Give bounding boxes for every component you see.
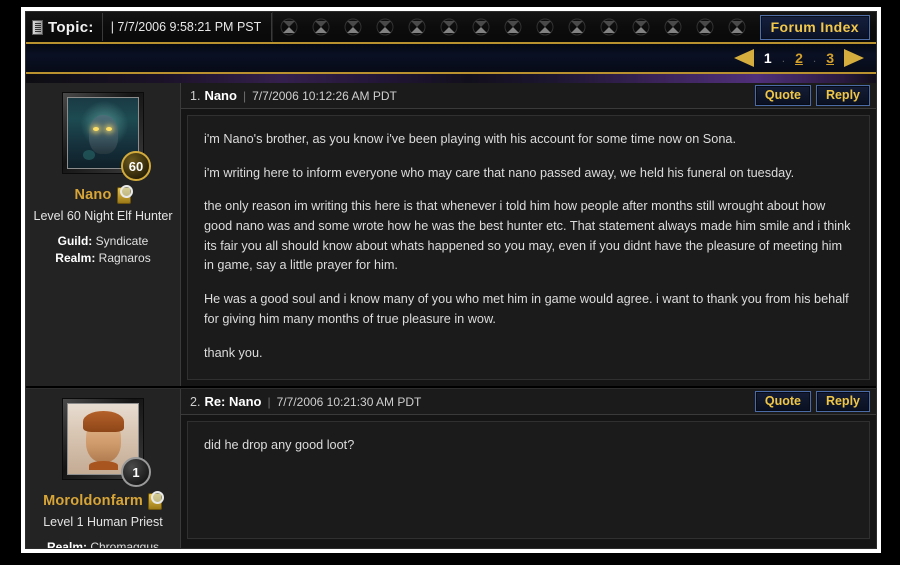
decorative-icon-strip: [272, 12, 755, 42]
page-frame: Topic: | 7/7/2006 9:58:21 PM PST Forum I…: [21, 7, 881, 553]
character-name-row: Nano: [32, 185, 174, 204]
page-link-2[interactable]: 2: [791, 50, 807, 66]
topic-timestamp: | 7/7/2006 9:58:21 PM PST: [110, 20, 262, 34]
compass-diamond-icon: [505, 19, 521, 35]
post-paragraph: i'm writing here to inform everyone who …: [204, 165, 795, 180]
post-list: 60 Nano Level 60 Night Elf Hunter Guild:…: [26, 83, 876, 549]
post-header-separator: |: [242, 88, 247, 103]
compass-diamond-icon: [441, 19, 457, 35]
guild-value: Syndicate: [95, 234, 149, 248]
post-author: Re: Nano: [204, 394, 262, 410]
pager-separator: .: [781, 51, 786, 65]
compass-diamond-icon: [601, 19, 617, 35]
avatar: 1: [62, 398, 151, 488]
previous-page-arrow-icon[interactable]: [733, 49, 754, 67]
armory-search-icon[interactable]: [116, 185, 133, 204]
post-timestamp: 7/7/2006 10:12:26 AM PDT: [252, 88, 397, 103]
armory-search-icon[interactable]: [147, 491, 164, 511]
post-body: i'm Nano's brother, as you know i've bee…: [187, 115, 870, 381]
guild-label: Guild:: [57, 234, 93, 248]
pager-separator: .: [812, 51, 817, 65]
character-name-row: Moroldonfarm: [32, 491, 174, 511]
character-name[interactable]: Moroldonfarm: [43, 493, 143, 509]
compass-diamond-icon: [665, 19, 681, 35]
compass-diamond-icon: [281, 19, 297, 35]
compass-diamond-icon: [569, 19, 585, 35]
character-meta: Guild: Syndicate Realm: Ragnaros: [32, 233, 174, 268]
level-badge: 60: [121, 151, 151, 181]
character-description: Level 1 Human Priest: [43, 515, 163, 530]
compass-diamond-icon: [409, 19, 425, 35]
post-author-panel: 1 Moroldonfarm Level 1 Human Priest Real…: [26, 389, 181, 549]
topic-date-group: | 7/7/2006 9:58:21 PM PST: [103, 13, 273, 41]
post-header-separator: |: [267, 394, 271, 409]
post-paragraph: He was a good soul and i know many of yo…: [204, 292, 849, 326]
post-author: Nano: [204, 88, 237, 103]
page-title: Topic:: [48, 18, 94, 36]
decorative-gradient-strip: [26, 74, 876, 83]
topic-label-group: Topic:: [26, 13, 103, 41]
post-paragraph: did he drop any good loot?: [204, 438, 355, 453]
realm-label: Realm:: [55, 251, 96, 266]
post-paragraph: thank you.: [204, 345, 263, 360]
reply-button[interactable]: Reply: [815, 391, 870, 413]
compass-diamond-icon: [313, 19, 329, 35]
compass-diamond-icon: [729, 19, 745, 35]
character-realm-row: Realm: Chromaggus: [32, 539, 174, 549]
header-bar: Topic: | 7/7/2006 9:58:21 PM PST Forum I…: [26, 12, 876, 42]
reply-button[interactable]: Reply: [815, 85, 870, 106]
post-number: 2.: [190, 394, 201, 409]
realm-value: Ragnaros: [98, 251, 151, 266]
character-description: Level 60 Night Elf Hunter: [33, 209, 173, 223]
pagination-controls: 1 . 2 . 3: [733, 49, 864, 67]
compass-diamond-icon: [633, 19, 649, 35]
quote-button[interactable]: Quote: [754, 391, 811, 413]
post-number: 1.: [190, 88, 201, 103]
avatar: 60: [62, 92, 151, 181]
realm-label: Realm:: [46, 540, 87, 549]
forum-window: Topic: | 7/7/2006 9:58:21 PM PST Forum I…: [25, 11, 877, 549]
post-content-panel: 1. Nano | 7/7/2006 10:12:26 AM PDT Quote…: [181, 83, 876, 386]
post-item: 60 Nano Level 60 Night Elf Hunter Guild:…: [26, 83, 876, 389]
post-paragraph: i'm Nano's brother, as you know i've bee…: [204, 132, 736, 146]
post-item: 1 Moroldonfarm Level 1 Human Priest Real…: [26, 388, 876, 549]
compass-diamond-icon: [537, 19, 553, 35]
post-author-panel: 60 Nano Level 60 Night Elf Hunter Guild:…: [26, 83, 181, 387]
post-header: 2. Re: Nano | 7/7/2006 10:21:30 AM PDT Q…: [181, 389, 876, 416]
character-meta: Realm: Chromaggus: [32, 539, 174, 549]
compass-diamond-icon: [377, 19, 393, 35]
character-realm-row: Realm: Ragnaros: [32, 250, 174, 267]
quote-button[interactable]: Quote: [754, 85, 811, 106]
next-page-arrow-icon[interactable]: [844, 49, 864, 67]
page-link-3[interactable]: 3: [822, 50, 838, 66]
character-guild-row: Guild: Syndicate: [32, 233, 174, 250]
post-body: did he drop any good loot?: [187, 421, 870, 540]
compass-diamond-icon: [473, 19, 489, 35]
post-header: 1. Nano | 7/7/2006 10:12:26 AM PDT Quote…: [181, 83, 876, 109]
compass-diamond-icon: [345, 19, 361, 35]
post-timestamp: 7/7/2006 10:21:30 AM PDT: [276, 394, 422, 409]
level-badge: 1: [121, 457, 151, 488]
page-link-1[interactable]: 1: [760, 50, 776, 66]
compass-diamond-icon: [697, 19, 713, 35]
character-name[interactable]: Nano: [74, 187, 111, 203]
document-icon: [32, 19, 43, 35]
pagination-bar: 1 . 2 . 3: [26, 42, 876, 74]
post-paragraph: the only reason im writing this here is …: [204, 199, 851, 273]
post-content-panel: 2. Re: Nano | 7/7/2006 10:21:30 AM PDT Q…: [181, 389, 876, 548]
realm-value: Chromaggus: [90, 540, 160, 549]
forum-index-button[interactable]: Forum Index: [759, 14, 870, 40]
